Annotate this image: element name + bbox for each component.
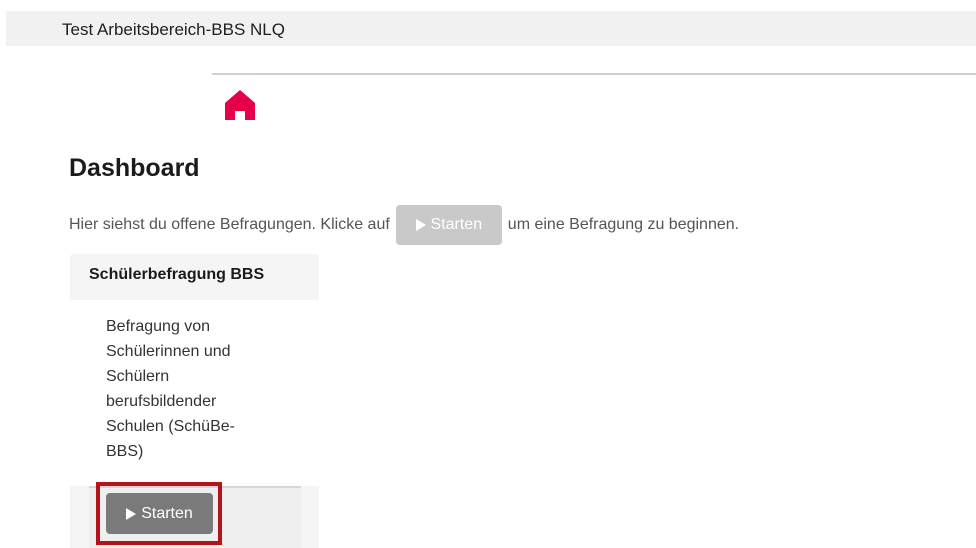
- play-icon: [415, 219, 426, 231]
- survey-card-description: Befragung von Schülerinnen und Schülern …: [106, 318, 235, 460]
- survey-card-title: Schülerbefragung BBS: [89, 266, 265, 283]
- start-survey-label: Starten: [141, 504, 193, 522]
- intro-text-after: um eine Befragung zu beginnen.: [507, 216, 740, 233]
- home-button[interactable]: [223, 86, 257, 122]
- page-title: Dashboard: [69, 154, 200, 182]
- inline-start-button-sample: Starten: [395, 205, 502, 245]
- intro-text-before: Hier siehst du offene Befragungen. Klick…: [69, 216, 390, 233]
- play-icon: [126, 507, 137, 520]
- inline-start-label: Starten: [430, 216, 483, 233]
- page: Test Arbeitsbereich-BBS NLQ Dashboard Hi…: [0, 0, 976, 548]
- workspace-title: Test Arbeitsbereich-BBS NLQ: [62, 20, 285, 39]
- survey-card-body: Befragung von Schülerinnen und Schülern …: [70, 300, 319, 486]
- intro-text: Hier siehst du offene Befragungen. Klick…: [69, 205, 739, 245]
- home-icon: [225, 90, 255, 120]
- start-survey-button[interactable]: Starten: [106, 493, 213, 534]
- workspace-header: Test Arbeitsbereich-BBS NLQ: [6, 11, 976, 46]
- header-divider: [212, 73, 976, 75]
